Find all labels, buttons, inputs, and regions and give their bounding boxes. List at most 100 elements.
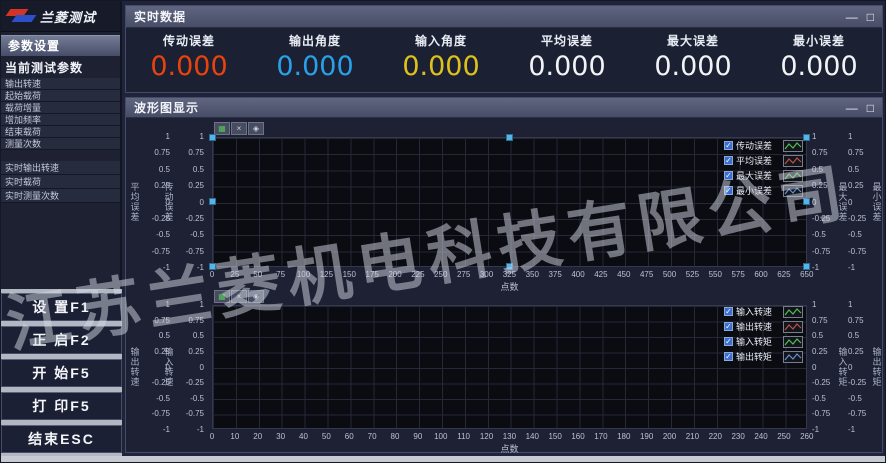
param-item[interactable]: 增加频率 (1, 114, 120, 126)
resize-handle[interactable] (209, 198, 216, 205)
resize-handle[interactable] (803, 198, 810, 205)
y-tick: -1 (848, 263, 874, 272)
param-item[interactable]: 载荷增量 (1, 102, 120, 114)
x-tick: 175 (361, 270, 383, 279)
function-button[interactable]: 打 印F5 (1, 392, 122, 420)
minimize-icon[interactable]: — (846, 11, 858, 23)
x-tick: 70 (361, 432, 383, 441)
legend-checkbox[interactable]: ✓ (724, 156, 733, 165)
realtime-param-item[interactable]: 实时测量次数 (1, 189, 120, 203)
waveform-panel-title: 波形图显示 (126, 99, 199, 116)
legend-checkbox[interactable]: ✓ (724, 337, 733, 346)
param-item[interactable]: 起始载荷 (1, 90, 120, 102)
y-tick: 0 (176, 363, 204, 372)
x-tick: 25 (224, 270, 246, 279)
x-tick: 40 (293, 432, 315, 441)
resize-handle[interactable] (803, 134, 810, 141)
x-tick: 150 (338, 270, 360, 279)
legend-checkbox[interactable]: ✓ (724, 171, 733, 180)
plot-area[interactable] (212, 137, 807, 267)
x-tick: 150 (544, 432, 566, 441)
function-button[interactable]: 结束ESC (1, 425, 122, 453)
logo-icon (6, 7, 36, 25)
zoom-tool-icon[interactable]: × (231, 122, 247, 135)
y-tick: 0.5 (848, 165, 874, 174)
function-button[interactable]: 设 置F1 (1, 293, 122, 321)
resize-handle[interactable] (209, 263, 216, 270)
legend-label: 传动误差 (736, 139, 780, 152)
legend-checkbox[interactable]: ✓ (724, 307, 733, 316)
y-tick: 0.75 (848, 148, 874, 157)
legend-item[interactable]: ✓ 输出转矩 (724, 349, 808, 364)
legend-item[interactable]: ✓ 最小误差 (724, 183, 808, 198)
maximize-icon[interactable]: □ (867, 102, 874, 114)
metric: 最小误差 0.000 (756, 28, 882, 92)
x-tick: 100 (430, 432, 452, 441)
resize-handle[interactable] (506, 134, 513, 141)
window-bottom-edge (1, 456, 886, 463)
realtime-param-list: 实时输出转速实时载荷实时测量次数 (1, 161, 120, 203)
waveform-panel-titlebar: 波形图显示 — □ (126, 98, 882, 118)
legend-checkbox[interactable]: ✓ (724, 352, 733, 361)
chart-toolbar: ▦×◈ (214, 290, 264, 303)
y-tick: -0.25 (812, 214, 838, 223)
legend-item[interactable]: ✓ 传动误差 (724, 138, 808, 153)
x-tick: 120 (476, 432, 498, 441)
x-tick: 550 (704, 270, 726, 279)
pan-tool-icon[interactable]: ◈ (248, 122, 264, 135)
x-tick: 375 (544, 270, 566, 279)
y-tick: 0.5 (176, 331, 204, 340)
y-axis-ticks: 10.750.50.250-0.25-0.5-0.75-1 (176, 300, 204, 434)
app-window: 江苏兰菱机电科技有限公司 兰菱测试 参数设置 当前测试参数 输出转速起始载荷载荷… (0, 0, 886, 463)
y-tick: -0.25 (176, 214, 204, 223)
param-item[interactable]: 测量次数 (1, 138, 120, 150)
y-tick: -1 (176, 263, 204, 272)
minimize-icon[interactable]: — (846, 102, 858, 114)
legend-checkbox[interactable]: ✓ (724, 141, 733, 150)
resize-handle[interactable] (209, 134, 216, 141)
metric: 输出角度 0.000 (252, 28, 378, 92)
metric-value: 0.000 (378, 51, 504, 82)
metric-row: 传动误差 0.000 输出角度 0.000 输入角度 0.000 平均误差 0.… (126, 28, 882, 92)
y-tick: 0.25 (176, 347, 204, 356)
line-sample-icon (783, 185, 803, 197)
function-button[interactable]: 开 始F5 (1, 359, 122, 387)
param-item[interactable]: 结束载荷 (1, 126, 120, 138)
resize-handle[interactable] (803, 263, 810, 270)
metric-value: 0.000 (756, 51, 882, 82)
chart-legend: ✓ 输入转速 ✓ 输出转速 ✓ (724, 304, 808, 364)
pan-tool-icon[interactable]: ◈ (248, 290, 264, 303)
line-sample-icon (783, 155, 803, 167)
line-sample-icon (783, 140, 803, 152)
legend-checkbox[interactable]: ✓ (724, 186, 733, 195)
legend-item[interactable]: ✓ 平均误差 (724, 153, 808, 168)
legend-item[interactable]: ✓ 输入转矩 (724, 334, 808, 349)
resize-handle[interactable] (506, 263, 513, 270)
plot-grid-icon[interactable]: ▦ (214, 290, 230, 303)
legend-item[interactable]: ✓ 输出转速 (724, 319, 808, 334)
legend-checkbox[interactable]: ✓ (724, 322, 733, 331)
param-item[interactable]: 输出转速 (1, 78, 120, 90)
window-controls: — □ (846, 6, 874, 27)
y-tick: -0.75 (848, 409, 874, 418)
realtime-param-item[interactable]: 实时载荷 (1, 175, 120, 189)
realtime-param-item[interactable]: 实时输出转速 (1, 161, 120, 175)
metric-label: 最大误差 (630, 32, 756, 49)
x-tick: 210 (681, 432, 703, 441)
plot-area[interactable] (212, 305, 807, 429)
legend-item[interactable]: ✓ 最大误差 (724, 168, 808, 183)
x-tick: 50 (315, 432, 337, 441)
plot-grid-icon[interactable]: ▦ (214, 122, 230, 135)
zoom-tool-icon[interactable]: × (231, 290, 247, 303)
y-tick: -0.5 (848, 230, 874, 239)
legend-item[interactable]: ✓ 输入转速 (724, 304, 808, 319)
legend-label: 输出转速 (736, 320, 780, 333)
y-tick: 0.75 (812, 148, 838, 157)
line-sample-icon (783, 321, 803, 333)
function-button[interactable]: 正 启F2 (1, 326, 122, 354)
maximize-icon[interactable]: □ (867, 11, 874, 23)
x-tick: 80 (384, 432, 406, 441)
x-tick: 10 (224, 432, 246, 441)
metric-value: 0.000 (126, 51, 252, 82)
y-tick: 0.25 (812, 181, 838, 190)
